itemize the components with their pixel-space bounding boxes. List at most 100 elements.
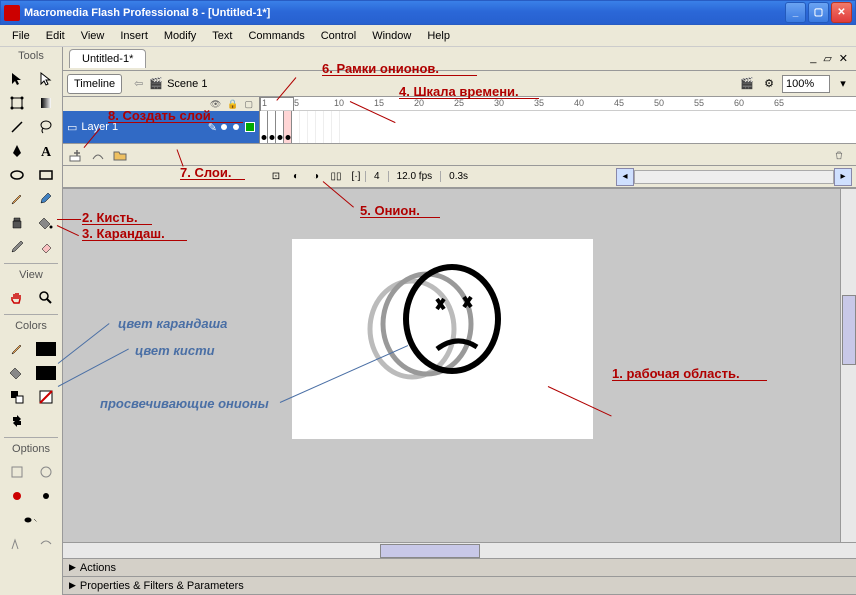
scene-label[interactable]: 🎬 Scene 1 <box>149 77 207 90</box>
subselection-tool[interactable] <box>32 68 59 90</box>
option-2[interactable] <box>32 461 59 483</box>
black-white-button[interactable] <box>3 386 30 408</box>
ruler-mark: 60 <box>734 98 744 108</box>
free-transform-tool[interactable] <box>3 92 30 114</box>
menu-view[interactable]: View <box>73 27 113 45</box>
lasso-tool[interactable] <box>32 116 59 138</box>
selection-tool[interactable] <box>3 68 30 90</box>
titlebar: Macromedia Flash Professional 8 - [Untit… <box>0 0 856 25</box>
annotation-onion-ghosts: просвечивающие онионы <box>100 396 269 411</box>
annotation-create-layer: 8. Создать слой. <box>108 108 214 123</box>
layer-visible-dot[interactable] <box>221 124 227 130</box>
layer-lock-dot[interactable] <box>233 124 239 130</box>
tool-grid: A <box>0 65 62 261</box>
frame-area: 1 5 10 15 20 25 30 35 40 45 50 55 60 65 <box>260 97 856 143</box>
option-6[interactable] <box>3 533 30 555</box>
eraser-tool[interactable] <box>32 236 59 258</box>
paint-bucket-tool[interactable] <box>32 212 59 234</box>
timeline-button[interactable]: Timeline <box>67 74 122 94</box>
edit-symbol-icon[interactable]: ⚙ <box>760 75 778 93</box>
text-tool[interactable]: A <box>32 140 59 162</box>
layer-outline-swatch[interactable] <box>245 122 255 132</box>
option-1[interactable] <box>3 461 30 483</box>
eyedropper-tool[interactable] <box>3 236 30 258</box>
ruler-mark: 5 <box>294 98 299 108</box>
brush-shape[interactable] <box>3 509 59 531</box>
timeline-scrollbar[interactable] <box>634 170 834 184</box>
onion-skin-button[interactable]: ◐ <box>287 168 305 186</box>
window-title: Macromedia Flash Professional 8 - [Untit… <box>24 7 783 19</box>
brush-size[interactable] <box>32 485 59 507</box>
pen-tool[interactable] <box>3 140 30 162</box>
swap-colors-button[interactable] <box>3 410 30 432</box>
actions-panel-header[interactable]: ▶ Actions <box>63 559 856 577</box>
expand-icon: ▶ <box>69 562 76 573</box>
maximize-button[interactable]: ▢ <box>808 2 829 23</box>
vertical-scrollbar[interactable] <box>840 189 856 542</box>
scroll-right-button[interactable]: ▸ <box>834 168 852 186</box>
menu-commands[interactable]: Commands <box>240 27 312 45</box>
zoom-input[interactable] <box>782 75 830 93</box>
document-tab-row: Untitled-1* _ ▱ ✕ <box>63 47 856 71</box>
stage-viewport[interactable] <box>63 188 856 542</box>
gradient-transform-tool[interactable] <box>32 92 59 114</box>
lock-column-icon[interactable]: 🔒 <box>227 99 238 110</box>
doc-close-button[interactable]: ✕ <box>837 50 850 67</box>
horizontal-scrollbar[interactable] <box>63 542 856 558</box>
fill-color-swatch[interactable] <box>32 362 59 384</box>
colors-section-title: Colors <box>0 317 62 335</box>
insert-folder-button[interactable] <box>111 146 129 164</box>
rectangle-tool[interactable] <box>32 164 59 186</box>
stage-canvas[interactable] <box>292 239 593 439</box>
stroke-color-icon <box>3 338 30 360</box>
scroll-left-button[interactable]: ◂ <box>616 168 634 186</box>
minimize-button[interactable]: _ <box>785 2 806 23</box>
outline-column-icon[interactable]: ▢ <box>244 99 253 110</box>
insert-layer-button[interactable] <box>67 146 85 164</box>
ruler-mark: 20 <box>414 98 424 108</box>
zoom-dropdown-icon[interactable]: ▾ <box>834 75 852 93</box>
pencil-tool[interactable] <box>3 188 30 210</box>
ink-bottle-tool[interactable] <box>3 212 30 234</box>
option-7[interactable] <box>32 533 59 555</box>
scene-name: Scene 1 <box>167 78 207 90</box>
scene-back-button[interactable]: ⇦ <box>128 77 149 90</box>
onion-skin-outlines-button[interactable]: ◑ <box>307 168 325 186</box>
menu-file[interactable]: File <box>4 27 38 45</box>
brush-tool[interactable] <box>32 188 59 210</box>
insert-motion-guide-button[interactable] <box>89 146 107 164</box>
delete-layer-button[interactable] <box>834 146 852 164</box>
ruler-mark: 65 <box>774 98 784 108</box>
option-3[interactable] <box>3 485 30 507</box>
frames-row[interactable] <box>260 111 856 143</box>
menu-control[interactable]: Control <box>313 27 364 45</box>
menu-help[interactable]: Help <box>419 27 458 45</box>
frame-ruler[interactable]: 1 5 10 15 20 25 30 35 40 45 50 55 60 65 <box>260 97 856 111</box>
actions-panel-title: Actions <box>80 562 116 574</box>
ruler-mark: 50 <box>654 98 664 108</box>
stroke-color-swatch[interactable] <box>32 338 59 360</box>
fps-display: 12.0 fps <box>388 171 441 182</box>
doc-restore-button[interactable]: ▱ <box>821 50 833 67</box>
edit-scene-icon[interactable]: 🎬 <box>738 75 756 93</box>
no-color-button[interactable] <box>32 386 59 408</box>
zoom-tool[interactable] <box>32 287 59 309</box>
document-tab[interactable]: Untitled-1* <box>69 49 146 68</box>
annotation-layers: 7. Слои. <box>180 165 231 180</box>
modify-onion-markers-button[interactable]: [·] <box>347 168 365 186</box>
menu-window[interactable]: Window <box>364 27 419 45</box>
doc-minimize-button[interactable]: _ <box>808 50 818 67</box>
properties-panel-header[interactable]: ▶ Properties & Filters & Parameters <box>63 577 856 595</box>
center-frame-button[interactable]: ⊡ <box>267 168 285 186</box>
menu-text[interactable]: Text <box>204 27 240 45</box>
hand-tool[interactable] <box>3 287 30 309</box>
app-icon <box>4 5 20 21</box>
close-button[interactable]: ✕ <box>831 2 852 23</box>
oval-tool[interactable] <box>3 164 30 186</box>
menu-edit[interactable]: Edit <box>38 27 73 45</box>
menu-insert[interactable]: Insert <box>112 27 156 45</box>
line-tool[interactable] <box>3 116 30 138</box>
ruler-mark: 55 <box>694 98 704 108</box>
menu-modify[interactable]: Modify <box>156 27 204 45</box>
edit-multiple-frames-button[interactable]: ▯▯ <box>327 168 345 186</box>
